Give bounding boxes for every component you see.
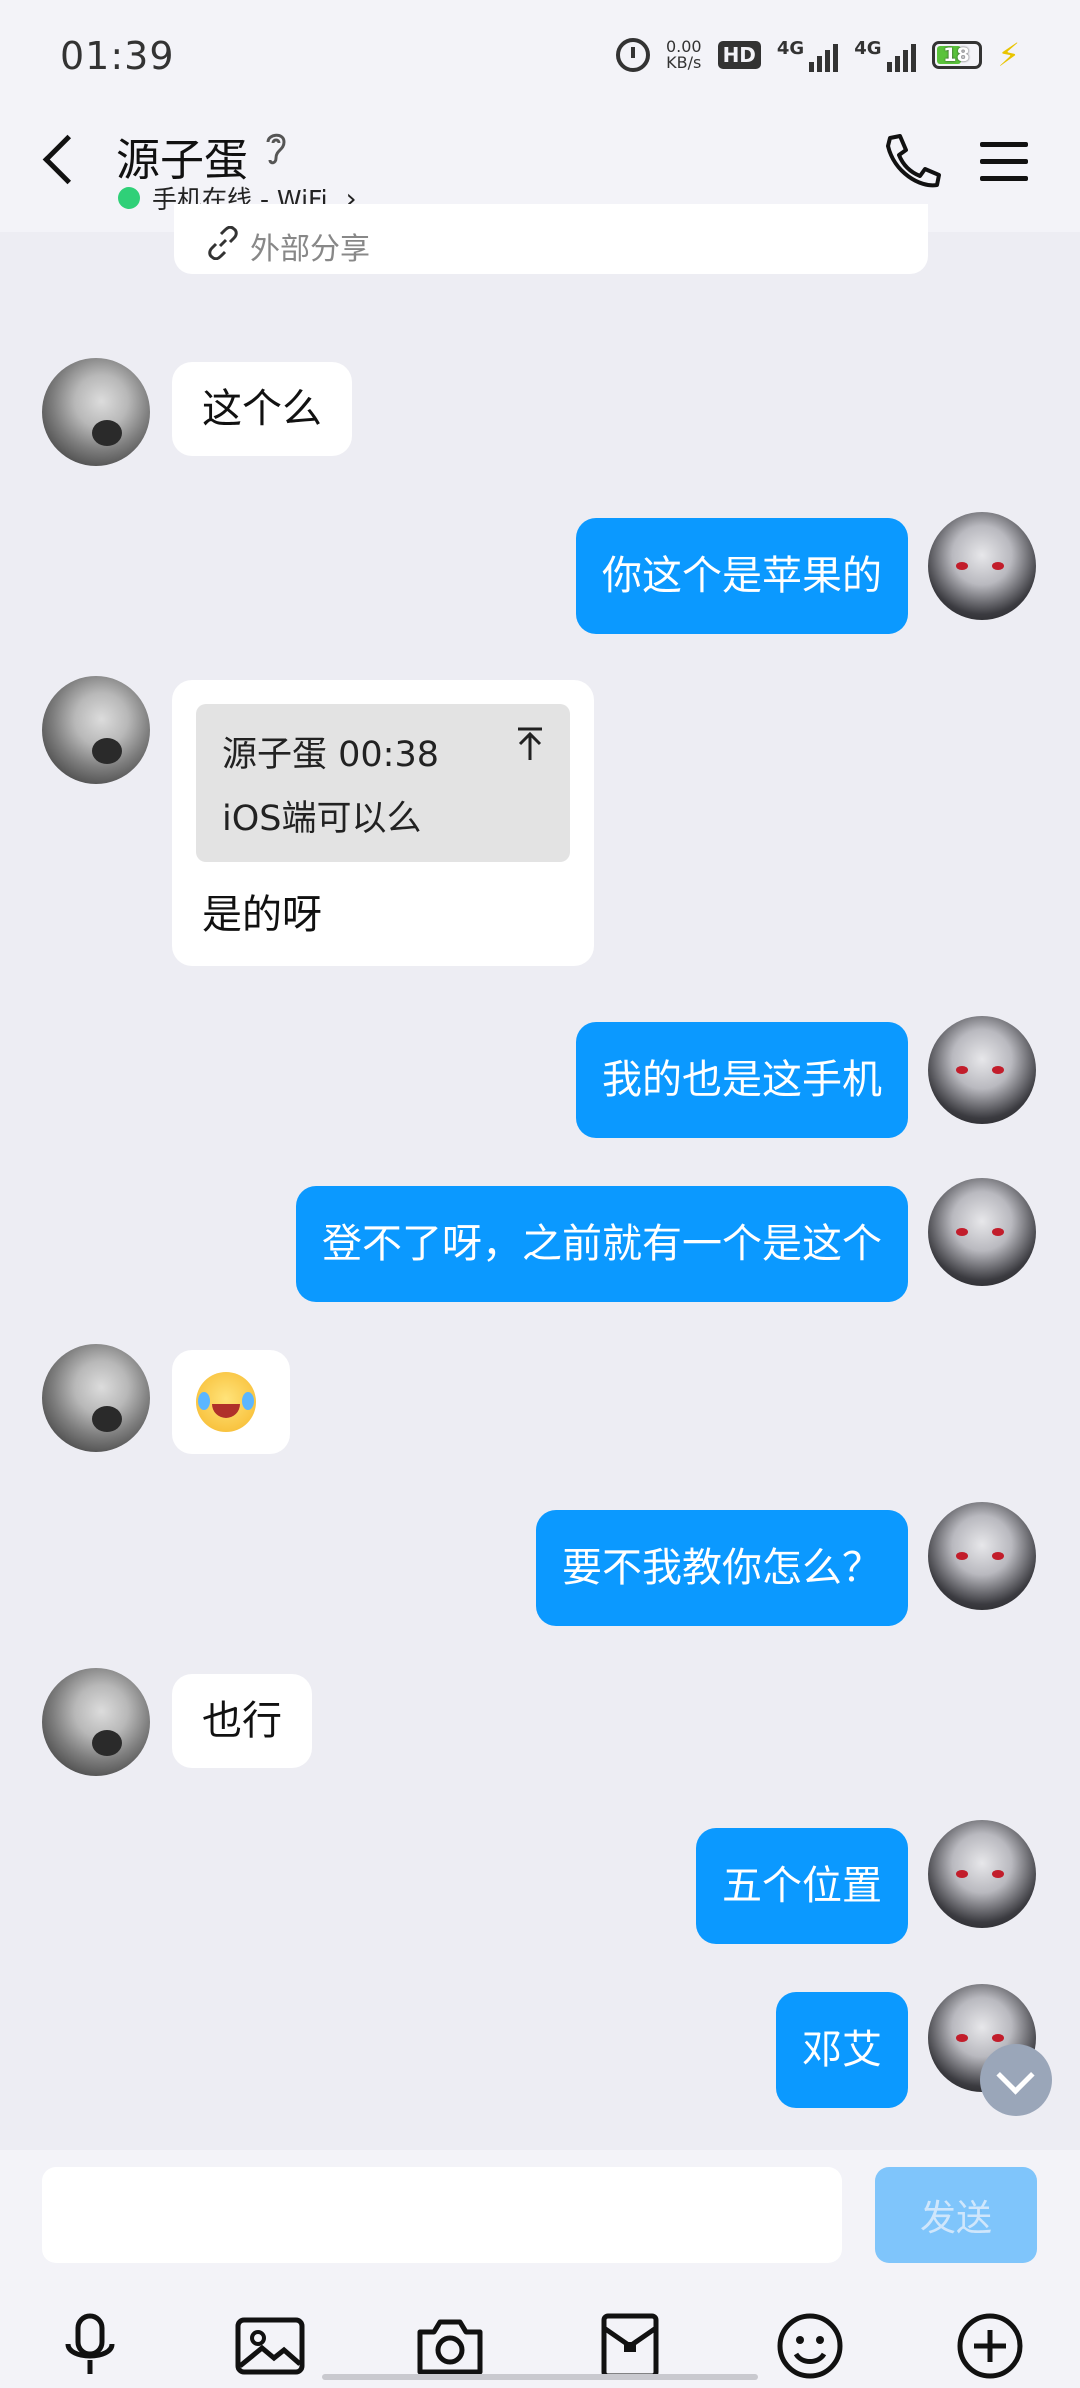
emoji-message-bubble[interactable]	[172, 1350, 290, 1454]
signal-2-icon: 4G	[854, 38, 916, 72]
status-time: 01:39	[60, 34, 175, 78]
quoted-message[interactable]: 源子蛋 00:38 iOS端可以么	[196, 704, 570, 862]
jump-to-quote-icon[interactable]	[516, 726, 544, 762]
laughing-with-tears-icon	[196, 1372, 256, 1432]
message-bubble[interactable]: 登不了呀，之前就有一个是这个	[296, 1186, 908, 1302]
camera-icon[interactable]	[414, 2310, 486, 2382]
signal-2-label: 4G	[854, 38, 882, 59]
home-indicator[interactable]	[322, 2374, 758, 2380]
ear-icon[interactable]	[262, 128, 290, 168]
net-speed: 0.00 KB/s	[666, 39, 702, 71]
my-avatar[interactable]	[928, 1502, 1036, 1610]
message-bubble[interactable]: 我的也是这手机	[576, 1022, 908, 1138]
back-button[interactable]	[38, 132, 82, 188]
my-avatar[interactable]	[928, 1178, 1036, 1286]
message-bubble[interactable]: 要不我教你怎么？	[536, 1510, 908, 1626]
quote-sender-time: 源子蛋 00:38	[222, 735, 439, 775]
my-avatar[interactable]	[928, 1016, 1036, 1124]
contact-name[interactable]: 源子蛋	[116, 124, 248, 188]
net-speed-unit: KB/s	[666, 53, 702, 72]
battery-icon: 18	[931, 41, 982, 69]
message-bubble[interactable]: 你这个是苹果的	[576, 518, 908, 634]
image-icon[interactable]	[234, 2310, 306, 2382]
my-avatar[interactable]	[928, 512, 1036, 620]
top-bar: 01:39 0.00 KB/s HD 4G 4G 18 ⚡ 源子蛋 手机在线 -…	[0, 0, 1080, 232]
quote-reply-bubble[interactable]: 源子蛋 00:38 iOS端可以么 是的呀	[172, 680, 594, 966]
online-dot-icon	[118, 187, 140, 209]
send-button[interactable]: 发送	[875, 2167, 1037, 2263]
microphone-icon[interactable]	[54, 2310, 126, 2382]
red-packet-icon[interactable]	[594, 2310, 666, 2382]
link-icon	[208, 226, 238, 260]
signal-1-icon: 4G	[776, 38, 839, 72]
contact-avatar[interactable]	[42, 1668, 150, 1776]
message-bubble[interactable]: 也行	[172, 1674, 312, 1768]
alarm-icon	[615, 38, 650, 72]
emoji-icon[interactable]	[774, 2310, 846, 2382]
message-bubble[interactable]: 邓艾	[776, 1992, 908, 2108]
scroll-to-bottom-button[interactable]	[980, 2044, 1052, 2116]
message-bubble[interactable]: 五个位置	[696, 1828, 908, 1944]
share-card-text: 外部分享	[250, 232, 370, 267]
battery-level: 18	[943, 44, 970, 66]
quote-text: iOS端可以么	[222, 799, 422, 839]
reply-text: 是的呀	[202, 892, 322, 938]
composer-bar: 发送	[0, 2150, 1080, 2388]
phone-call-icon[interactable]	[880, 132, 944, 192]
my-avatar[interactable]	[928, 1820, 1036, 1928]
menu-icon[interactable]	[980, 142, 1028, 182]
status-icons: 0.00 KB/s HD 4G 4G 18 ⚡	[615, 36, 1020, 74]
charging-icon: ⚡	[997, 36, 1020, 74]
contact-avatar[interactable]	[42, 1344, 150, 1452]
plus-icon[interactable]	[954, 2310, 1026, 2382]
message-input[interactable]	[42, 2167, 842, 2263]
contact-avatar[interactable]	[42, 358, 150, 466]
message-bubble[interactable]: 这个么	[172, 362, 352, 456]
shared-link-card[interactable]: 外部分享	[174, 204, 928, 274]
contact-avatar[interactable]	[42, 676, 150, 784]
hd-icon: HD	[717, 41, 761, 69]
signal-1-label: 4G	[776, 38, 805, 59]
